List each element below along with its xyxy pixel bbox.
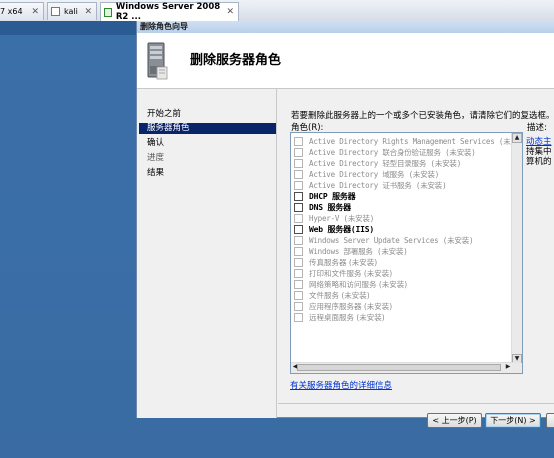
nav-item-progress: 进度 [147,153,165,163]
button-divider [278,403,554,404]
tab-windows-server[interactable]: Windows Server 2008 R2 ... ✕ [100,2,239,22]
role-checkbox [294,137,303,146]
role-label: Active Directory 轻型目录服务 (未安装) [309,159,462,168]
wizard-main: 若要删除此服务器上的一个或多个已安装角色，请清除它们的复选框。 角色(R): 描… [278,89,554,428]
scrollbar-thumb[interactable] [297,364,501,371]
nav-item-before-you-begin[interactable]: 开始之前 [139,109,276,120]
role-item: 打印和文件服务 (未安装) [294,268,392,279]
close-icon[interactable]: ✕ [84,7,92,17]
description-line: 持集中 [526,147,552,157]
role-label: Active Directory 联合身份验证服务 (未安装) [309,148,476,157]
role-checkbox [294,269,303,278]
role-label: DHCP 服务器 [309,192,356,201]
role-item: Active Directory Rights Management Servi… [294,136,523,147]
role-item[interactable]: Web 服务器(IIS) [294,224,374,235]
role-checkbox [294,148,303,157]
role-item: Hyper-V (未安装) [294,213,374,224]
more-info-link[interactable]: 有关服务器角色的详细信息 [290,379,392,391]
role-label: 应用程序服务器 (未安装) [309,302,393,311]
role-label: DNS 服务器 [309,203,351,212]
role-checkbox [294,247,303,256]
role-checkbox [294,159,303,168]
role-label: Active Directory 域服务 (未安装) [309,170,440,179]
role-item: Active Directory 轻型目录服务 (未安装) [294,158,461,169]
role-checkbox [294,280,303,289]
nav-item-server-roles[interactable]: 服务器角色 [139,123,276,134]
description-label: 描述: [527,123,547,133]
install-button-partial[interactable] [546,413,554,428]
role-item[interactable]: DHCP 服务器 [294,191,356,202]
role-item: Active Directory 证书服务 (未安装) [294,180,447,191]
server-icon [147,42,168,80]
remove-roles-wizard: 删除角色向导 删除服务器角色 开始之前 服务器角色 确认 进度 结果 若要删除此… [136,21,554,428]
nav-item-confirmation[interactable]: 确认 [139,138,276,149]
desktop-strip [0,21,136,35]
role-item: Active Directory 联合身份验证服务 (未安装) [294,147,476,158]
role-label: 网络策略和访问服务 (未安装) [309,280,408,289]
role-item[interactable]: DNS 服务器 [294,202,351,213]
tab-label: kali [64,7,78,16]
close-icon[interactable]: ✕ [226,7,234,17]
tab-label: 7 x64 [0,7,23,16]
role-checkbox [294,214,303,223]
vm-tab-bar: 7 x64 ✕ kali ✕ Windows Server 2008 R2 ..… [0,0,554,22]
role-label: 文件服务 (未安装) [309,291,370,300]
role-checkbox [294,313,303,322]
role-label: Active Directory 证书服务 (未安装) [309,181,447,190]
role-checkbox[interactable] [294,225,303,234]
role-checkbox [294,236,303,245]
role-checkbox[interactable] [294,203,303,212]
wizard-nav: 开始之前 服务器角色 确认 进度 结果 [137,89,277,418]
wizard-banner: 删除服务器角色 [137,33,554,89]
role-label: 打印和文件服务 (未安装) [309,269,393,278]
scrollbar-corner [512,363,522,373]
role-checkbox [294,291,303,300]
scroll-up-icon[interactable]: ▲ [512,133,522,143]
back-button[interactable]: < 上一步(P) [427,413,482,428]
role-checkbox [294,302,303,311]
role-label: Windows Server Update Services (未安装) [309,236,474,245]
vm-icon [51,7,60,16]
role-label: Hyper-V (未安装) [309,214,375,223]
page-title: 删除服务器角色 [190,53,282,68]
role-checkbox [294,170,303,179]
role-item: 文件服务 (未安装) [294,290,370,301]
role-item: 应用程序服务器 (未安装) [294,301,392,312]
role-checkbox[interactable] [294,192,303,201]
vm-icon [104,7,112,17]
role-item: 网络策略和访问服务 (未安装) [294,279,407,290]
description-text: 动态主 持集中 算机的 [526,137,554,167]
role-item: 远程桌面服务 (未安装) [294,312,385,323]
tab-label: Windows Server 2008 R2 ... [115,2,221,22]
next-button[interactable]: 下一步(N) > [485,413,541,428]
window-title[interactable]: 删除角色向导 [137,21,554,33]
nav-item-results[interactable]: 结果 [139,168,276,179]
instruction-text: 若要删除此服务器上的一个或多个已安装角色，请清除它们的复选框。 [291,111,554,121]
roles-list[interactable]: Active Directory Rights Management Servi… [290,132,523,374]
close-icon[interactable]: ✕ [31,7,39,17]
tab-7-x64[interactable]: 7 x64 ✕ [0,2,44,20]
role-item: 传真服务器 (未安装) [294,257,377,268]
role-label: Active Directory Rights Management Servi… [309,137,523,146]
description-line: 算机的 [526,157,552,167]
description-link[interactable]: 动态主 [526,137,554,147]
vertical-scrollbar[interactable]: ▲ ▼ [511,133,522,364]
role-label: Windows 部署服务 (未安装) [309,247,408,256]
role-item: Windows 部署服务 (未安装) [294,246,408,257]
role-item: Windows Server Update Services (未安装) [294,235,474,246]
role-item: Active Directory 域服务 (未安装) [294,169,439,180]
role-label: 远程桌面服务 (未安装) [309,313,385,322]
role-checkbox [294,181,303,190]
role-label: Web 服务器(IIS) [309,225,374,234]
horizontal-scrollbar[interactable]: ◀ ▶ [291,362,513,373]
role-label: 传真服务器 (未安装) [309,258,378,267]
tab-kali[interactable]: kali ✕ [47,2,97,20]
role-checkbox [294,258,303,267]
